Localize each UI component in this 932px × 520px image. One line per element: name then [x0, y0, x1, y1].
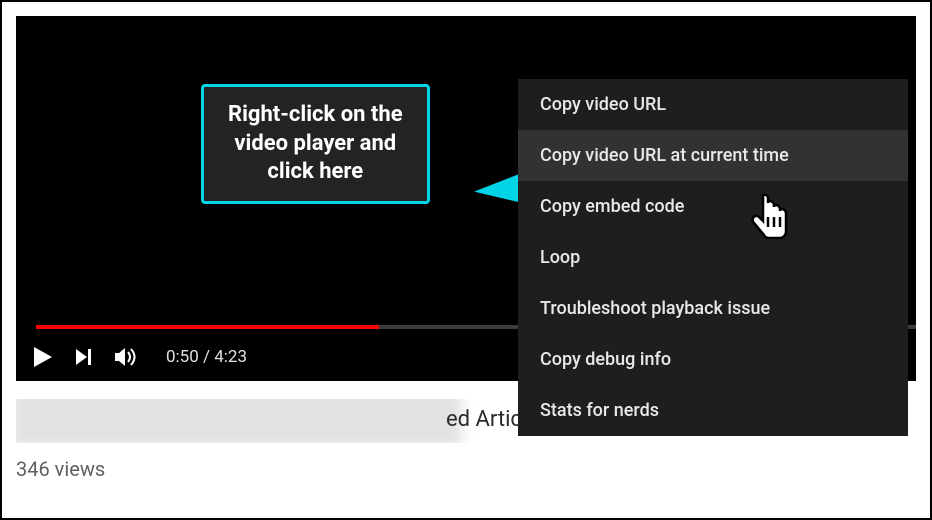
- volume-button[interactable]: [114, 345, 140, 369]
- play-icon: [32, 345, 54, 369]
- callout-line: Right-click on the: [228, 101, 403, 130]
- context-menu-item-copy-url-at-time[interactable]: Copy video URL at current time: [518, 130, 908, 181]
- video-player[interactable]: Right-click on the video player and clic…: [16, 16, 916, 381]
- context-menu-item-copy-embed[interactable]: Copy embed code: [518, 181, 908, 232]
- context-menu-item-troubleshoot[interactable]: Troubleshoot playback issue: [518, 283, 908, 334]
- time-display: 0:50 / 4:23: [166, 347, 247, 367]
- callout-arrow-icon: [473, 174, 520, 205]
- title-blur-overlay: [16, 399, 462, 443]
- context-menu-item-stats[interactable]: Stats for nerds: [518, 385, 908, 436]
- callout-line: video player and: [228, 130, 403, 159]
- callout-line: click here: [228, 158, 403, 187]
- context-menu-item-loop[interactable]: Loop: [518, 232, 908, 283]
- context-menu-item-copy-url[interactable]: Copy video URL: [518, 79, 908, 130]
- progress-played: [36, 325, 379, 329]
- cursor-pointer-icon: [750, 193, 790, 243]
- next-icon: [74, 347, 94, 367]
- next-button[interactable]: [74, 347, 94, 367]
- context-menu: Copy video URL Copy video URL at current…: [518, 79, 908, 436]
- play-button[interactable]: [32, 345, 54, 369]
- view-count: 346 views: [16, 457, 916, 481]
- context-menu-item-debug-info[interactable]: Copy debug info: [518, 334, 908, 385]
- volume-icon: [114, 345, 140, 369]
- callout-tooltip: Right-click on the video player and clic…: [201, 84, 430, 204]
